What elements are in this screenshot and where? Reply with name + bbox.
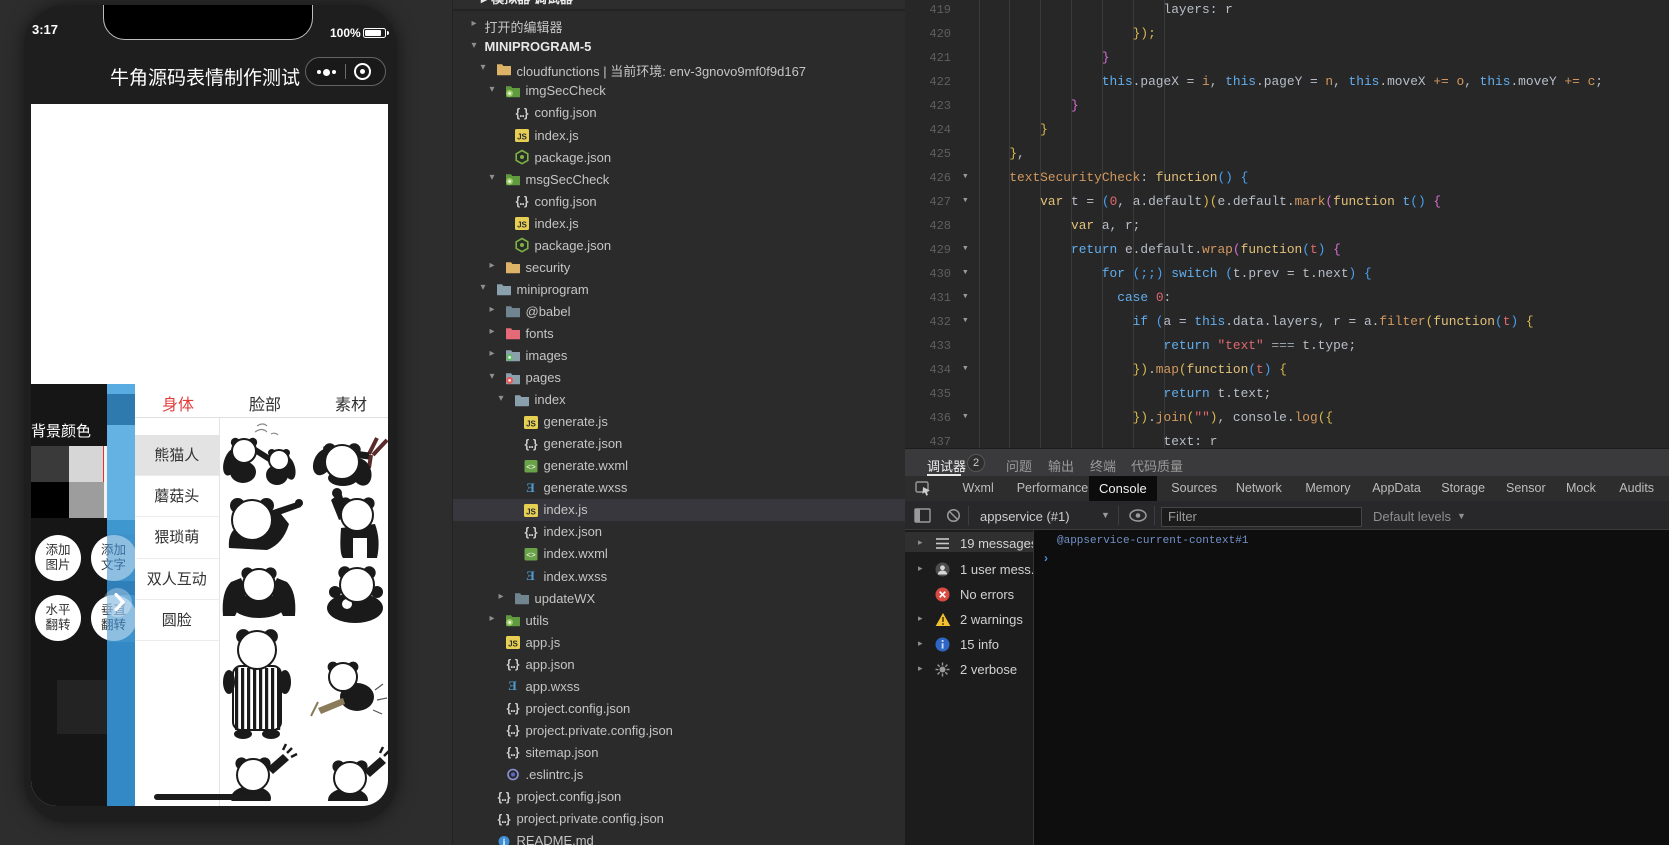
svg-text:JS: JS	[526, 507, 536, 516]
svg-text:JS: JS	[526, 419, 536, 428]
svg-text:JS: JS	[517, 221, 527, 230]
svg-text:<>: <>	[526, 551, 536, 560]
svg-text:<>: <>	[526, 463, 536, 472]
svg-text:JS: JS	[517, 133, 527, 142]
svg-text:JS: JS	[508, 640, 518, 649]
